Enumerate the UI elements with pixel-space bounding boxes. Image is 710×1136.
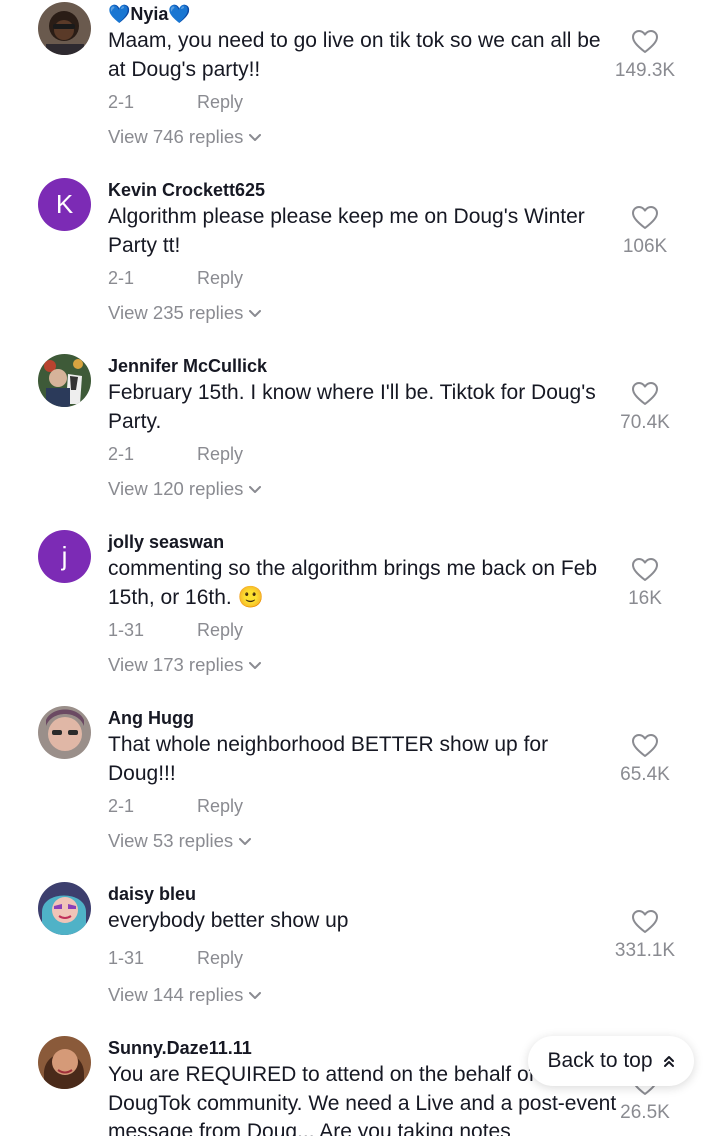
view-replies-button[interactable]: View 746 replies <box>108 126 262 148</box>
comment-meta: 1-31 Reply <box>108 620 243 641</box>
comment-date: 2-1 <box>108 796 135 816</box>
view-replies-label: View 173 replies <box>108 654 244 675</box>
comment-date: 2-1 <box>108 268 135 288</box>
avatar[interactable] <box>38 354 91 407</box>
like-control: 16K <box>600 558 690 610</box>
comment-item: Jennifer McCullick February 15th. I know… <box>0 352 710 528</box>
reply-button[interactable]: Reply <box>197 948 243 968</box>
comment-text: everybody better show up <box>108 909 349 932</box>
comment-username[interactable]: Jennifer McCullick <box>108 356 267 377</box>
comment-text: commenting so the algorithm brings me ba… <box>108 557 598 609</box>
like-count: 70.4K <box>620 412 670 433</box>
reply-button[interactable]: Reply <box>197 620 243 640</box>
like-control: 106K <box>600 206 690 258</box>
avatar[interactable] <box>38 706 91 759</box>
like-control: 70.4K <box>600 382 690 434</box>
view-replies-button[interactable]: View 53 replies <box>108 830 252 852</box>
comment-item: K Kevin Crockett625 Algorithm please ple… <box>0 176 710 352</box>
double-chevron-up-icon <box>663 1056 674 1067</box>
like-control: 331.1K <box>600 910 690 962</box>
comment-username[interactable]: 💙Nyia💙 <box>108 4 191 25</box>
chevron-down-icon <box>249 662 262 670</box>
avatar[interactable] <box>38 2 91 55</box>
view-replies-label: View 235 replies <box>108 302 244 323</box>
comment-meta: 1-31 Reply <box>108 948 243 969</box>
view-replies-label: View 746 replies <box>108 126 244 147</box>
comment-meta: 2-1 Reply <box>108 92 243 113</box>
reply-button[interactable]: Reply <box>197 796 243 816</box>
like-count: 149.3K <box>614 60 676 81</box>
back-to-top-button[interactable]: Back to top <box>528 1036 694 1086</box>
view-replies-button[interactable]: View 144 replies <box>108 984 262 1006</box>
avatar[interactable] <box>38 1036 91 1089</box>
chevron-down-icon <box>239 838 252 846</box>
view-replies-label: View 53 replies <box>108 830 234 851</box>
comment-text: Algorithm please please keep me on Doug'… <box>108 205 585 257</box>
like-control: 65.4K <box>600 734 690 786</box>
comment-item: daisy bleu everybody better show up 1-31… <box>0 880 710 1056</box>
like-count: 26.5K <box>620 1102 670 1123</box>
comment-item: 💙Nyia💙 Maam, you need to go live on tik … <box>0 0 710 176</box>
avatar[interactable]: j <box>38 530 91 583</box>
heart-outline-icon[interactable] <box>632 30 658 54</box>
reply-button[interactable]: Reply <box>197 444 243 464</box>
comment-date: 2-1 <box>108 444 135 464</box>
comment-date: 1-31 <box>108 620 145 640</box>
chevron-down-icon <box>249 992 262 1000</box>
view-replies-button[interactable]: View 120 replies <box>108 478 262 500</box>
comment-meta: 2-1 Reply <box>108 796 243 817</box>
comment-text: February 15th. I know where I'll be. Tik… <box>108 381 596 433</box>
back-to-top-label: Back to top <box>547 1049 653 1072</box>
like-count: 16K <box>628 588 662 609</box>
like-count: 331.1K <box>614 940 676 961</box>
heart-outline-icon[interactable] <box>632 910 658 934</box>
chevron-down-icon <box>249 486 262 494</box>
comment-username[interactable]: jolly seaswan <box>108 532 224 553</box>
view-replies-label: View 144 replies <box>108 984 244 1005</box>
comment-text: That whole neighborhood BETTER show up f… <box>108 733 549 785</box>
reply-button[interactable]: Reply <box>197 268 243 288</box>
heart-outline-icon[interactable] <box>632 558 658 582</box>
reply-button[interactable]: Reply <box>197 92 243 112</box>
like-count: 65.4K <box>620 764 670 785</box>
view-replies-button[interactable]: View 235 replies <box>108 302 262 324</box>
avatar[interactable]: K <box>38 178 91 231</box>
comment-username[interactable]: daisy bleu <box>108 884 196 905</box>
heart-outline-icon[interactable] <box>632 734 658 758</box>
heart-outline-icon[interactable] <box>632 206 658 230</box>
comment-date: 2-1 <box>108 92 135 112</box>
chevron-down-icon <box>249 310 262 318</box>
comment-item: Ang Hugg That whole neighborhood BETTER … <box>0 704 710 880</box>
comment-meta: 2-1 Reply <box>108 268 243 289</box>
view-replies-label: View 120 replies <box>108 478 244 499</box>
comment-text: Maam, you need to go live on tik tok so … <box>108 29 601 81</box>
like-control: 149.3K <box>600 30 690 82</box>
avatar[interactable] <box>38 882 91 935</box>
comment-username[interactable]: Kevin Crockett625 <box>108 180 265 201</box>
comment-date: 1-31 <box>108 948 145 968</box>
comment-username[interactable]: Ang Hugg <box>108 708 194 729</box>
view-replies-button[interactable]: View 173 replies <box>108 654 262 676</box>
comment-meta: 2-1 Reply <box>108 444 243 465</box>
chevron-down-icon <box>249 134 262 142</box>
heart-outline-icon[interactable] <box>632 382 658 406</box>
comment-username[interactable]: Sunny.Daze11.11 <box>108 1038 252 1059</box>
comment-item: j jolly seaswan commenting so the algori… <box>0 528 710 704</box>
like-count: 106K <box>622 236 668 257</box>
